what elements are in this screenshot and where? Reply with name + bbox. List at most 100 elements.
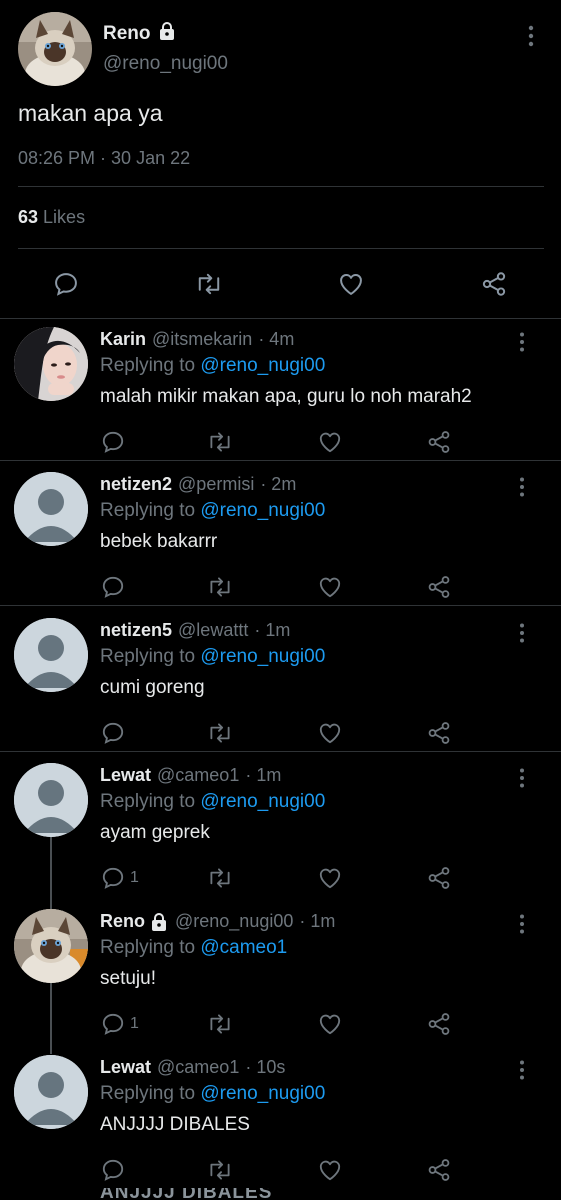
author-name[interactable]: Reno	[103, 21, 177, 47]
reply-text: setuju!	[100, 968, 156, 989]
reply-time: · 10s	[245, 1057, 286, 1077]
tweet-timestamp: 08:26 PM · 30 Jan 22	[18, 148, 191, 168]
replying-to-link[interactable]: @cameo1	[200, 937, 287, 958]
likes-stat[interactable]: 63 Likes	[18, 207, 85, 228]
reply-icon[interactable]: 1	[100, 861, 139, 895]
share-icon[interactable]	[426, 570, 452, 604]
cat-avatar-image	[14, 909, 88, 983]
heart-icon[interactable]	[317, 570, 343, 604]
retweet-icon[interactable]	[206, 570, 234, 604]
divider	[18, 186, 544, 187]
replying-to: Replying to @reno_nugi00	[100, 500, 325, 522]
more-options-icon[interactable]	[514, 476, 530, 503]
reply-icon[interactable]	[100, 425, 130, 459]
reply-author-handle[interactable]: @reno_nugi00	[175, 911, 293, 932]
replying-to-label: Replying to	[100, 646, 196, 667]
replying-to-link[interactable]: @reno_nugi00	[200, 500, 325, 521]
tweet-text: makan apa ya	[18, 100, 163, 126]
reply-tweet[interactable]: netizen2 @permisi · 2m Replying to @reno…	[0, 464, 561, 609]
divider	[0, 605, 561, 606]
reply-author-name[interactable]: netizen5	[100, 620, 172, 641]
more-options-icon[interactable]	[514, 767, 530, 794]
reply-header: Lewat @cameo1 · 1m	[100, 765, 281, 786]
share-icon[interactable]	[426, 1007, 452, 1041]
reply-author-handle[interactable]: @cameo1	[157, 1057, 239, 1078]
reply-author-handle[interactable]: @itsmekarin	[152, 329, 252, 350]
share-icon[interactable]	[426, 716, 452, 750]
avatar[interactable]	[18, 12, 92, 86]
reply-header: Karin @itsmekarin · 4m	[100, 329, 294, 350]
default-avatar-icon[interactable]	[14, 763, 88, 837]
reply-action-bar	[0, 425, 561, 459]
more-options-icon[interactable]	[514, 913, 530, 940]
share-icon[interactable]	[426, 425, 452, 459]
replying-to-link[interactable]: @reno_nugi00	[200, 355, 325, 376]
reply-tweet[interactable]: Karin @itsmekarin · 4m Replying to @reno…	[0, 319, 561, 464]
reply-author-name[interactable]: netizen2	[100, 474, 172, 495]
retweet-icon[interactable]	[206, 861, 234, 895]
user-photo-avatar	[14, 327, 88, 401]
heart-icon[interactable]	[317, 861, 343, 895]
replying-to-link[interactable]: @reno_nugi00	[200, 646, 325, 667]
heart-icon[interactable]	[317, 716, 343, 750]
partial-next-item: ANJJJJ DIBALES	[100, 1188, 273, 1200]
reply-author-handle[interactable]: @cameo1	[157, 765, 239, 786]
reply-text: bebek bakarrr	[100, 531, 218, 552]
retweet-icon[interactable]	[206, 1153, 234, 1187]
retweet-icon[interactable]	[187, 262, 231, 306]
reply-icon[interactable]: 1	[100, 1007, 139, 1041]
reply-author-name[interactable]: Lewat	[100, 765, 151, 786]
avatar[interactable]	[14, 909, 88, 983]
reply-tweet[interactable]: netizen5 @lewattt · 1m Replying to @reno…	[0, 610, 561, 755]
replying-to-link[interactable]: @reno_nugi00	[200, 1083, 325, 1104]
reply-author-name[interactable]: Lewat	[100, 1057, 151, 1078]
avatar[interactable]	[14, 327, 88, 401]
replying-to-label: Replying to	[100, 355, 196, 376]
share-icon[interactable]	[426, 861, 452, 895]
more-options-icon[interactable]	[522, 24, 540, 53]
author-handle[interactable]: @reno_nugi00	[103, 53, 228, 75]
reply-tweet[interactable]: Reno @reno_nugi00 · 1m Replying to @came…	[0, 901, 561, 1046]
more-options-icon[interactable]	[514, 1059, 530, 1086]
reply-author-handle[interactable]: @lewattt	[178, 620, 248, 641]
reply-action-bar: 1	[0, 861, 561, 895]
divider	[0, 460, 561, 461]
reply-time: · 1m	[254, 620, 291, 640]
retweet-icon[interactable]	[206, 716, 234, 750]
share-icon[interactable]	[426, 1153, 452, 1187]
replying-to-link[interactable]: @reno_nugi00	[200, 791, 325, 812]
reply-header: Reno @reno_nugi00 · 1m	[100, 911, 335, 932]
heart-icon[interactable]	[329, 262, 373, 306]
more-options-icon[interactable]	[514, 622, 530, 649]
default-avatar-icon[interactable]	[14, 618, 88, 692]
heart-icon[interactable]	[317, 1153, 343, 1187]
replying-to-label: Replying to	[100, 791, 196, 812]
replying-to: Replying to @reno_nugi00	[100, 646, 325, 668]
reply-icon[interactable]	[100, 716, 130, 750]
reply-count: 1	[130, 869, 139, 886]
reply-action-bar	[0, 570, 561, 604]
heart-icon[interactable]	[317, 425, 343, 459]
more-options-icon[interactable]	[514, 331, 530, 358]
heart-icon[interactable]	[317, 1007, 343, 1041]
reply-icon[interactable]	[44, 262, 88, 306]
reply-icon[interactable]	[100, 1153, 130, 1187]
retweet-icon[interactable]	[206, 425, 234, 459]
author-name-text: Reno	[103, 23, 151, 44]
reply-text: malah mikir makan apa, guru lo noh marah…	[100, 386, 472, 407]
default-avatar-icon[interactable]	[14, 472, 88, 546]
reply-action-bar	[0, 716, 561, 750]
retweet-icon[interactable]	[206, 1007, 234, 1041]
reply-tweet[interactable]: Lewat @cameo1 · 10s Replying to @reno_nu…	[0, 1047, 561, 1192]
reply-icon[interactable]	[100, 570, 130, 604]
lock-icon	[149, 912, 169, 932]
reply-author-name[interactable]: Karin	[100, 329, 146, 350]
replying-to-label: Replying to	[100, 500, 196, 521]
default-avatar-icon[interactable]	[14, 1055, 88, 1129]
reply-tweet[interactable]: Lewat @cameo1 · 1m Replying to @reno_nug…	[0, 755, 561, 900]
reply-time: · 2m	[260, 474, 297, 494]
reply-text: cumi goreng	[100, 677, 205, 698]
reply-author-name[interactable]: Reno	[100, 911, 145, 932]
share-icon[interactable]	[472, 262, 516, 306]
reply-author-handle[interactable]: @permisi	[178, 474, 254, 495]
